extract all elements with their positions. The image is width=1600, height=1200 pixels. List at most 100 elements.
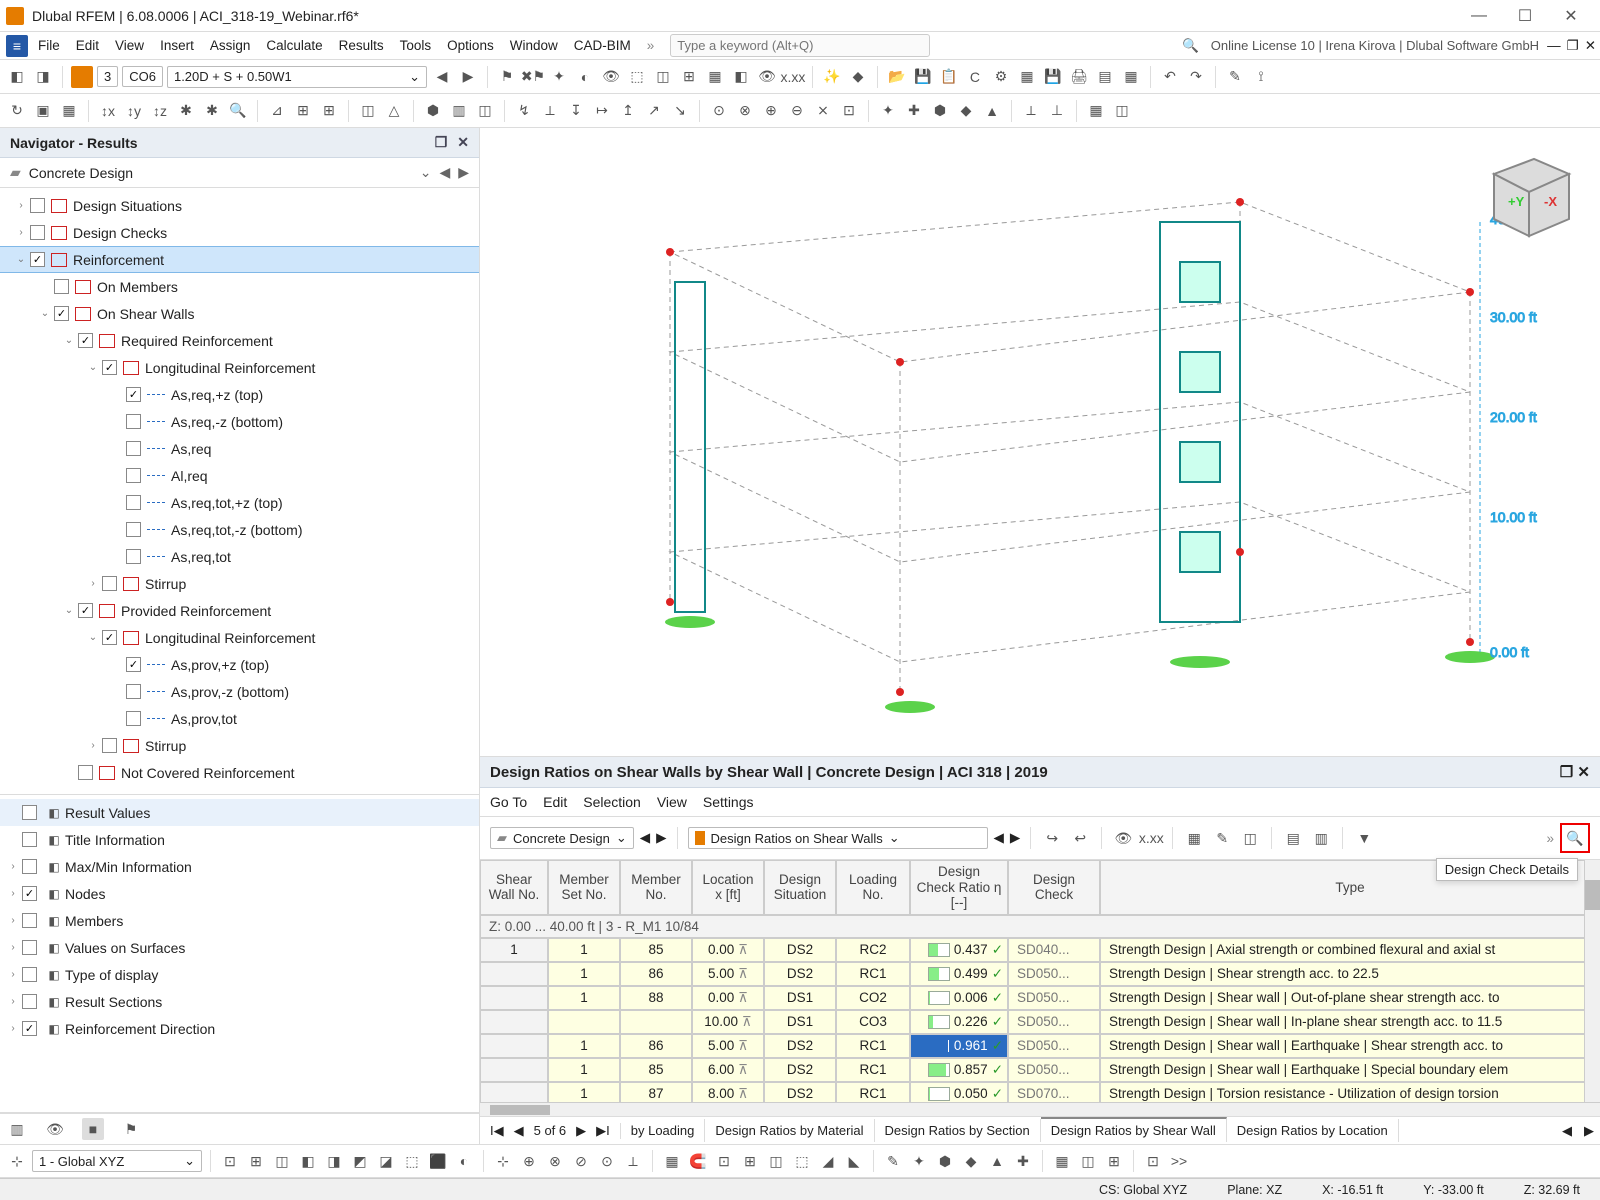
results-tool-icon-7[interactable]: ✎: [1211, 827, 1233, 849]
expand-icon[interactable]: ⌄: [86, 362, 100, 373]
toolbar3-icon-5[interactable]: ◩: [349, 1150, 371, 1172]
results-menu-view[interactable]: View: [657, 794, 687, 810]
checkbox[interactable]: [54, 306, 69, 321]
combo-prev-icon[interactable]: ◀: [640, 830, 650, 846]
cell-ratio[interactable]: 0.050✓: [910, 1082, 1008, 1102]
tab-1[interactable]: Design Ratios by Material: [705, 1119, 874, 1142]
checkbox[interactable]: [22, 967, 37, 982]
cell-set[interactable]: 1: [548, 986, 620, 1010]
results-tool-icon-11[interactable]: ▥: [1310, 827, 1332, 849]
checkbox[interactable]: [22, 886, 37, 901]
toolbar2-icon-1[interactable]: ▣: [32, 100, 54, 122]
toolbar-icon-22[interactable]: 💾: [1042, 66, 1064, 88]
cell-loading[interactable]: RC1: [836, 962, 910, 986]
checkbox[interactable]: [30, 225, 45, 240]
expand-icon[interactable]: ›: [86, 740, 100, 751]
toolbar2-icon-18[interactable]: ⬢: [422, 100, 444, 122]
checkbox[interactable]: [102, 738, 117, 753]
tree-item[interactable]: As,prov,-z (bottom): [0, 678, 479, 705]
toolbar3-icon-3[interactable]: ◧: [297, 1150, 319, 1172]
results-tool-icon-8[interactable]: ◫: [1239, 827, 1261, 849]
cell-desc[interactable]: Strength Design | Shear strength acc. to…: [1100, 962, 1600, 986]
cell-ds[interactable]: DS2: [764, 938, 836, 962]
column-header[interactable]: DesignSituation: [764, 860, 836, 915]
expand-icon[interactable]: ›: [14, 227, 28, 238]
checkbox[interactable]: [126, 711, 141, 726]
tree-item[interactable]: ⌄ On Shear Walls: [0, 300, 479, 327]
cs-icon[interactable]: ⊹: [6, 1150, 28, 1172]
results-menu-go-to[interactable]: Go To: [490, 794, 527, 810]
toolbar-icon-13[interactable]: ✨: [821, 66, 843, 88]
tree-item[interactable]: As,req,tot,-z (bottom): [0, 516, 479, 543]
option-item[interactable]: › ◧ Type of display: [0, 961, 479, 988]
cell-wall[interactable]: [480, 1058, 548, 1082]
toolbar-icon-6[interactable]: ◫: [652, 66, 674, 88]
toolbar2-icon-34[interactable]: ⨯: [812, 100, 834, 122]
toolbar2-icon-7[interactable]: ✱: [175, 100, 197, 122]
checkbox[interactable]: [102, 576, 117, 591]
expand-icon[interactable]: ›: [6, 1023, 20, 1034]
overflow-icon[interactable]: »: [647, 38, 655, 53]
toolbar-icon[interactable]: ◧: [6, 66, 28, 88]
tree-item[interactable]: › Design Situations: [0, 192, 479, 219]
eye-icon[interactable]: 👁: [44, 1118, 66, 1140]
toolbar3-icon-14[interactable]: ⊘: [570, 1150, 592, 1172]
menu-insert[interactable]: Insert: [152, 34, 202, 57]
option-item[interactable]: ◧ Result Values: [0, 799, 479, 826]
toolbar-icon-24[interactable]: ▤: [1094, 66, 1116, 88]
toolbar3-icon-19[interactable]: 🧲: [687, 1150, 709, 1172]
toolbar2-icon-28[interactable]: ↘: [669, 100, 691, 122]
flag-icon[interactable]: ⚑: [120, 1118, 142, 1140]
expand-icon[interactable]: ›: [6, 942, 20, 953]
maximize-button[interactable]: ☐: [1502, 6, 1548, 26]
toolbar3-icon-13[interactable]: ⊗: [544, 1150, 566, 1172]
search-icon[interactable]: 🔍: [1182, 38, 1199, 54]
checkbox[interactable]: [22, 994, 37, 1009]
menu-tools[interactable]: Tools: [392, 34, 440, 57]
menu-options[interactable]: Options: [439, 34, 502, 57]
overflow-icon[interactable]: »: [1546, 831, 1554, 846]
toolbar-icon-19[interactable]: C: [964, 66, 986, 88]
results-tool-icon-10[interactable]: ▤: [1282, 827, 1304, 849]
app-menu-icon[interactable]: ≡: [6, 35, 28, 57]
column-header[interactable]: Locationx [ft]: [692, 860, 764, 915]
combo2-prev-icon[interactable]: ◀: [994, 830, 1004, 846]
cell-wall[interactable]: [480, 1010, 548, 1034]
checkbox[interactable]: [78, 603, 93, 618]
cell-ratio[interactable]: 0.857✓: [910, 1058, 1008, 1082]
expand-icon[interactable]: ›: [6, 969, 20, 980]
minimize-button[interactable]: —: [1456, 7, 1502, 25]
checkbox[interactable]: [22, 940, 37, 955]
toolbar2-icon-46[interactable]: ▦: [1085, 100, 1107, 122]
expand-icon[interactable]: ›: [6, 915, 20, 926]
toolbar2-icon-40[interactable]: ◆: [955, 100, 977, 122]
checkbox[interactable]: [126, 549, 141, 564]
toolbar3-icon-15[interactable]: ⊙: [596, 1150, 618, 1172]
combo-design-module[interactable]: ▰Concrete Design⌄: [490, 827, 634, 849]
toolbar-icon-5[interactable]: ⬚: [626, 66, 648, 88]
cell-location[interactable]: 5.00 ⊼: [692, 1034, 764, 1058]
toolbar-icon-21[interactable]: ▦: [1016, 66, 1038, 88]
checkbox[interactable]: [54, 279, 69, 294]
tree-item[interactable]: As,req,tot: [0, 543, 479, 570]
toolbar2-icon-26[interactable]: ↥: [617, 100, 639, 122]
toolbar3-icon-1[interactable]: ⊞: [245, 1150, 267, 1172]
scrollbar-horizontal[interactable]: [480, 1102, 1600, 1116]
toolbar-icon[interactable]: ◨: [32, 66, 54, 88]
toolbar3-icon-24[interactable]: ◢: [817, 1150, 839, 1172]
toolbar2-icon-6[interactable]: ↕z: [149, 100, 171, 122]
toolbar3-icon-18[interactable]: ▦: [661, 1150, 683, 1172]
cell-ds[interactable]: DS2: [764, 1082, 836, 1102]
toolbar3-icon-32[interactable]: ✚: [1012, 1150, 1034, 1172]
tree-item[interactable]: As,req: [0, 435, 479, 462]
menu-calculate[interactable]: Calculate: [258, 34, 330, 57]
toolbar-icon-31[interactable]: ⟟: [1250, 66, 1272, 88]
panel-dock-icon[interactable]: ❐: [435, 134, 448, 151]
cell-ratio[interactable]: 0.961✓: [910, 1034, 1008, 1058]
cell-member[interactable]: 88: [620, 986, 692, 1010]
cell-location[interactable]: 8.00 ⊼: [692, 1082, 764, 1102]
results-tool-icon-6[interactable]: ▦: [1183, 827, 1205, 849]
option-item[interactable]: › ◧ Reinforcement Direction: [0, 1015, 479, 1042]
menu-assign[interactable]: Assign: [202, 34, 259, 57]
toolbar2-icon-39[interactable]: ⬢: [929, 100, 951, 122]
